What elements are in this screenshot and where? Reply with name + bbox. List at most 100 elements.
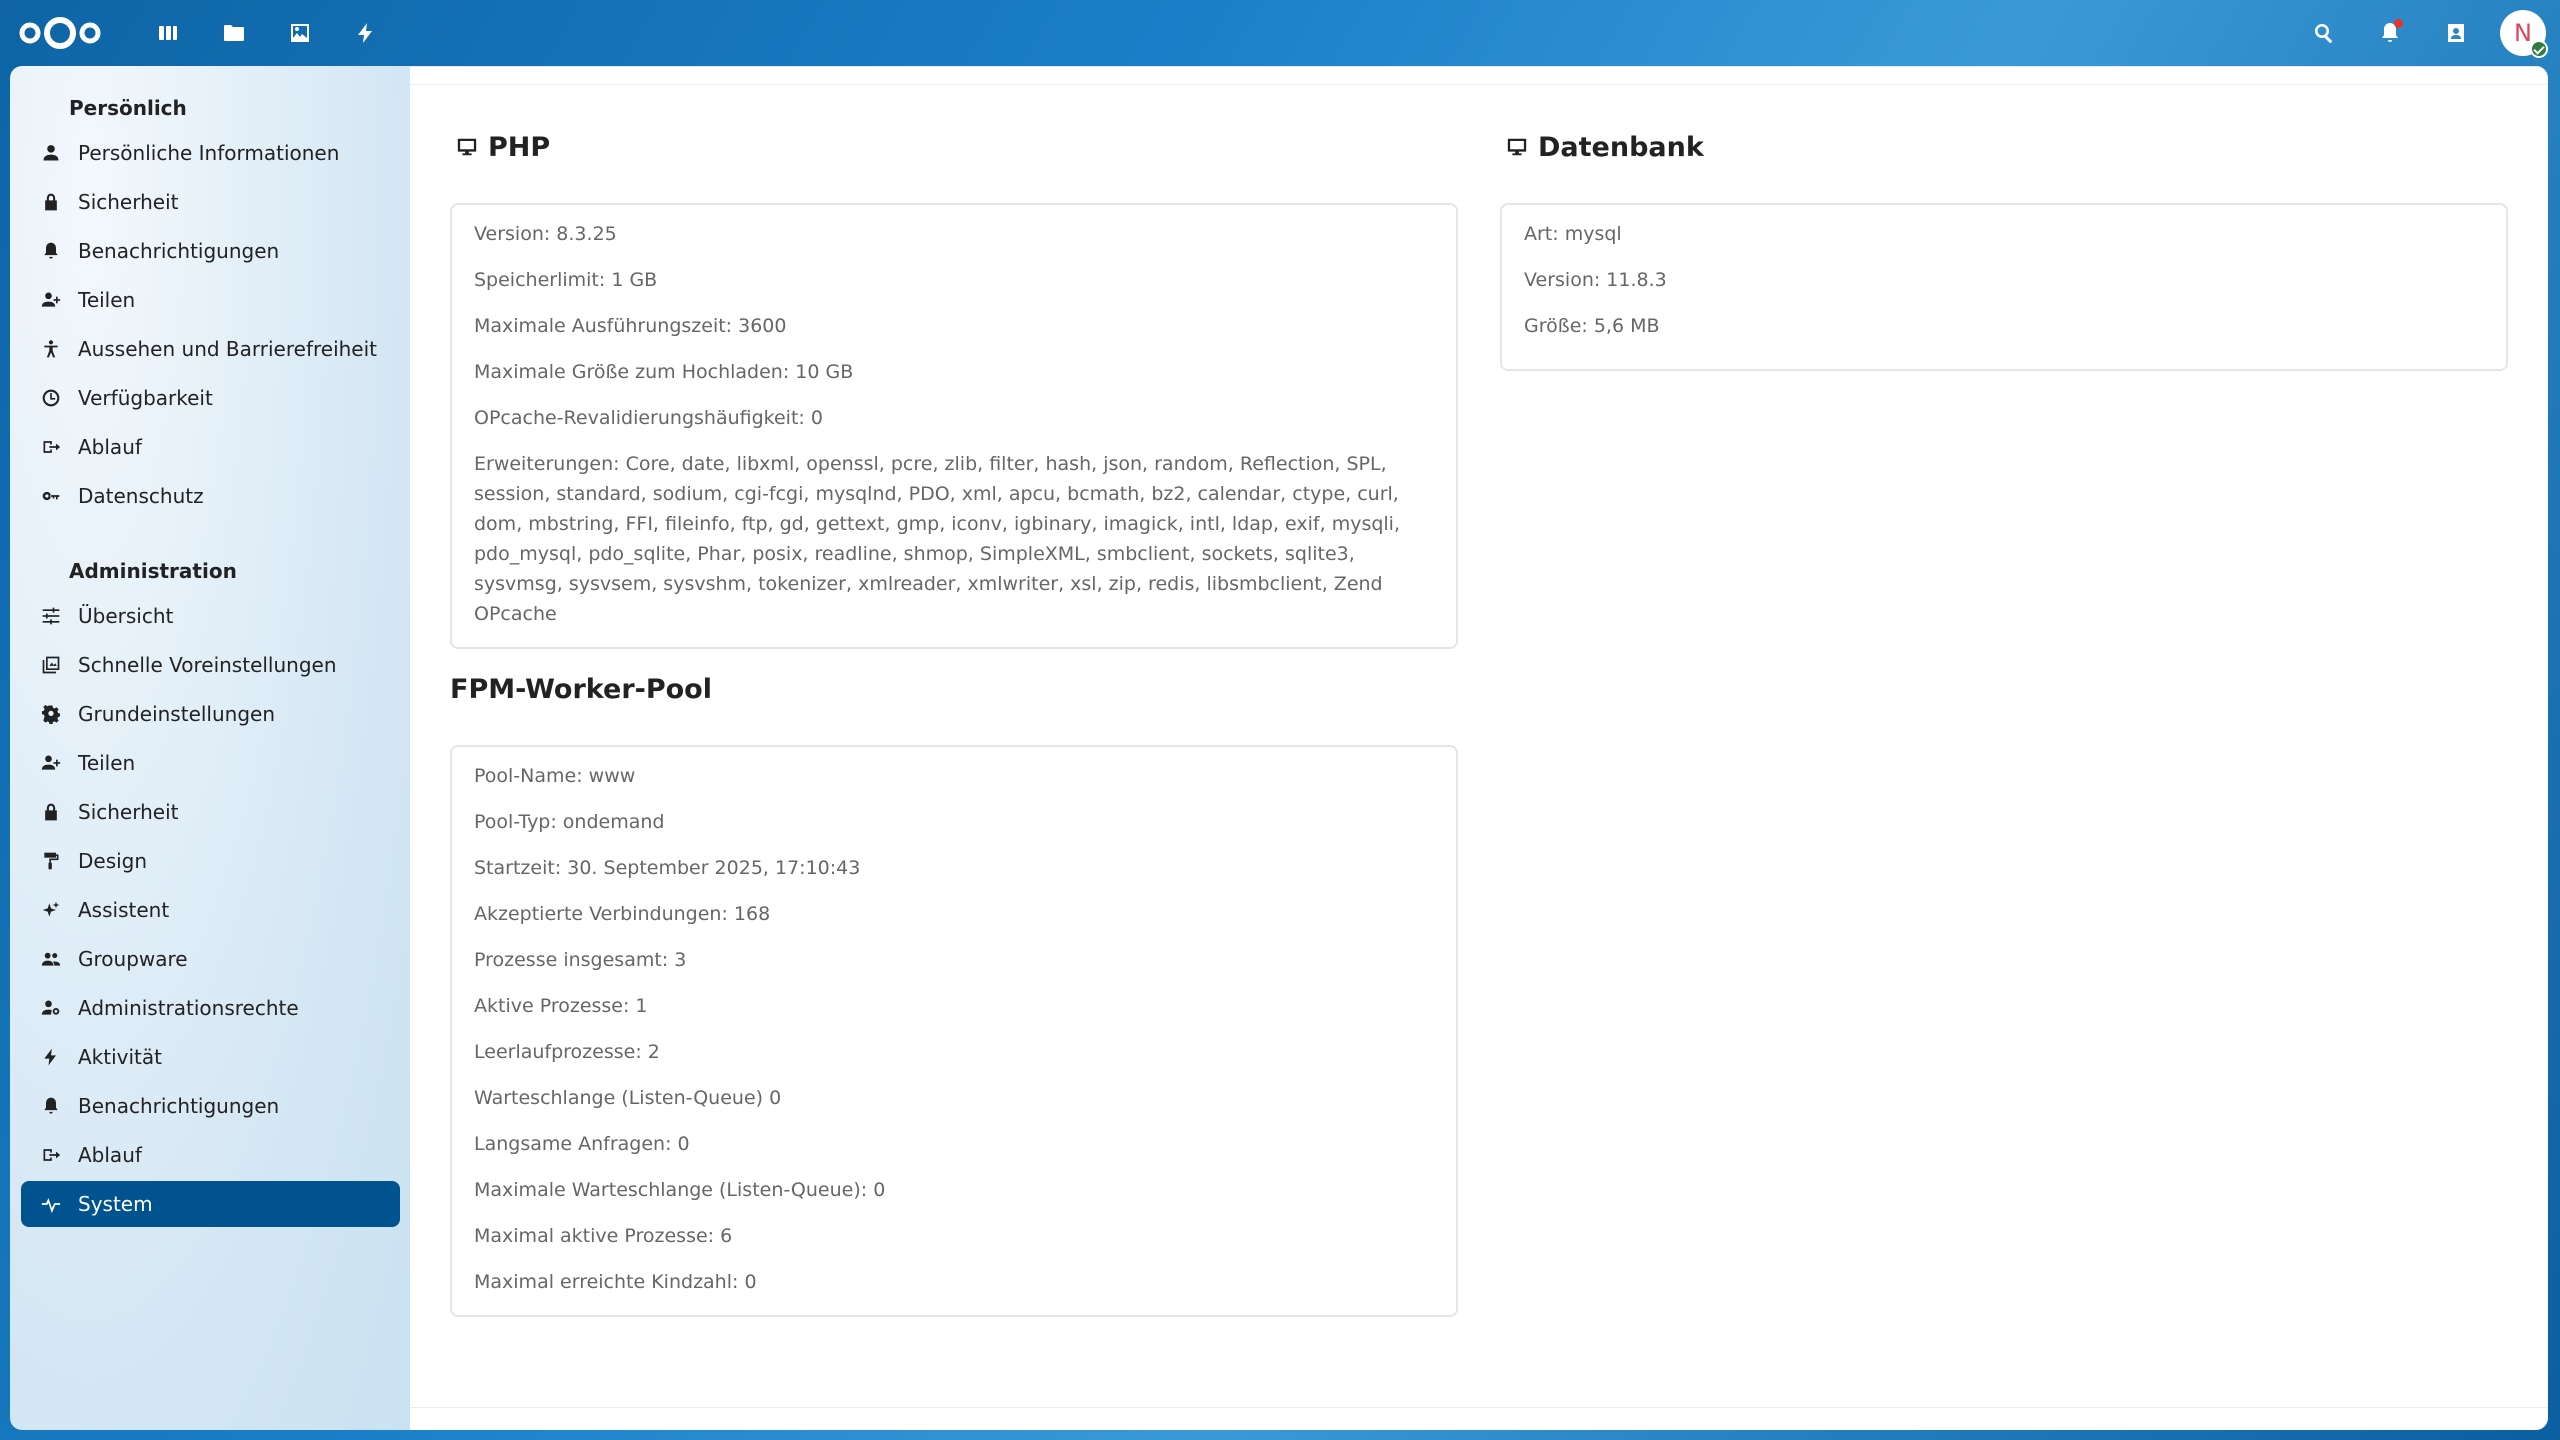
clock-icon [42,389,60,407]
sidebar-item-label: Ablauf [78,435,142,459]
sidebar-item-activity[interactable]: Aktivität [21,1034,400,1080]
sidebar-item-label: Schnelle Voreinstellungen [78,653,337,677]
sidebar-item-groupware[interactable]: Groupware [21,936,400,982]
sidebar-item-label: Groupware [78,947,188,971]
sidebar-item-label: Grundeinstellungen [78,702,276,726]
sidebar-item-system[interactable]: System [21,1181,400,1227]
php-max-execution-time: Maximale Ausführungszeit: 3600 [474,315,787,337]
sidebar-item-admin-security[interactable]: Sicherheit [21,789,400,835]
key-icon [42,491,60,501]
php-opcache-revalidate: OPcache-Revalidierungshäufigkeit: 0 [474,407,823,429]
fpm-title: FPM-Worker-Pool [450,673,712,705]
admin-rights-icon [41,1000,60,1015]
sparkle-icon [42,901,60,917]
sidebar-item-availability[interactable]: Verfügbarkeit [21,375,400,421]
paint-icon [44,852,59,870]
sidebar-item-label: Benachrichtigungen [78,239,280,263]
sidebar-item-design[interactable]: Design [21,838,400,884]
bell-icon [44,1097,58,1114]
php-extensions: Erweiterungen: Core, date, libxml, opens… [474,453,1400,625]
fpm-max-children-reached: Maximal erreichte Kindzahl: 0 [474,1271,757,1293]
gear-icon [41,704,60,724]
database-type: Art: mysql [1524,223,1622,245]
monitor-icon [457,138,477,156]
sidebar-item-label: Assistent [78,898,170,922]
database-version: Version: 11.8.3 [1524,269,1667,291]
nextcloud-logo[interactable] [18,13,102,53]
files-icon[interactable] [212,14,256,52]
fpm-active-processes: Aktive Prozesse: 1 [474,995,648,1017]
sidebar-item-label: Aktivität [78,1045,162,1069]
sidebar-item-personal-info[interactable]: Persönliche Informationen [21,130,400,176]
lightning-icon [44,1048,56,1066]
user-avatar[interactable]: N [2500,10,2548,58]
sidebar-item-label: Sicherheit [78,190,179,214]
sidebar-item-sharing[interactable]: Teilen [21,277,400,323]
right-column: Datenbank Art: mysql Version: 11.8.3 Grö… [1500,127,2508,371]
fpm-listen-queue: Warteschlange (Listen-Queue) 0 [474,1087,782,1109]
presets-icon [42,656,60,674]
share-icon [41,292,61,307]
sidebar-item-label: System [78,1192,153,1216]
sidebar-item-label: Verfügbarkeit [78,386,213,410]
sidebar-item-label: Administrationsrechte [78,996,299,1020]
sidebar-item-label: Benachrichtigungen [78,1094,280,1118]
sidebar-item-notifications[interactable]: Benachrichtigungen [21,228,400,274]
sidebar-item-label: Übersicht [78,604,174,628]
database-size: Größe: 5,6 MB [1524,315,1660,337]
notification-badge [2394,19,2403,28]
dashboard-icon[interactable] [146,14,190,52]
sidebar-item-security[interactable]: Sicherheit [21,179,400,225]
fpm-start-time: Startzeit: 30. September 2025, 17:10:43 [474,857,861,879]
sliders-icon [42,607,60,625]
database-title: Datenbank [1538,131,1704,163]
php-heading: PHP [456,127,1458,167]
sidebar-item-admin-sharing[interactable]: Teilen [21,740,400,786]
php-title: PHP [488,131,551,163]
fpm-total-processes: Prozesse insgesamt: 3 [474,949,687,971]
fpm-card: Pool-Name: www Pool-Typ: ondemand Startz… [450,745,1458,1317]
sidebar-item-flow[interactable]: Ablauf [21,424,400,470]
sidebar-item-label: Ablauf [78,1143,142,1167]
sidebar-item-privacy[interactable]: Datenschutz [21,473,400,519]
top-header: N [0,0,2560,66]
contacts-icon[interactable] [2434,11,2478,55]
sidebar-item-admin-flow[interactable]: Ablauf [21,1132,400,1178]
sidebar-item-overview[interactable]: Übersicht [21,593,400,639]
settings-sidebar: Persönlich Persönliche Informationen Sic… [10,66,410,1430]
pulse-icon [41,1198,61,1214]
notifications-icon[interactable] [2368,11,2412,55]
fpm-pool-type: Pool-Typ: ondemand [474,811,665,833]
sidebar-item-appearance[interactable]: Aussehen und Barrierefreiheit [21,326,400,372]
divider [410,1407,2548,1408]
left-column: PHP Version: 8.3.25 Speicherlimit: 1 GB … [450,127,1458,1317]
search-icon[interactable] [2302,11,2346,55]
sidebar-item-label: Teilen [78,751,136,775]
sidebar-item-label: Sicherheit [78,800,179,824]
php-upload-max-size: Maximale Größe zum Hochladen: 10 GB [474,361,854,383]
section-title-personal: Persönlich [69,96,187,120]
sidebar-item-admin-rights[interactable]: Administrationsrechte [21,985,400,1031]
sidebar-item-quick-presets[interactable]: Schnelle Voreinstellungen [21,642,400,688]
sidebar-item-label: Datenschutz [78,484,204,508]
fpm-pool-name: Pool-Name: www [474,765,636,787]
fpm-accepted-connections: Akzeptierte Verbindungen: 168 [474,903,771,925]
share-icon [41,755,61,770]
sidebar-item-label: Aussehen und Barrierefreiheit [78,337,378,361]
activity-icon[interactable] [344,14,388,52]
monitor-icon [1507,138,1527,156]
php-version: Version: 8.3.25 [474,223,617,245]
status-online-icon [2530,40,2548,58]
sidebar-item-assistant[interactable]: Assistent [21,887,400,933]
sidebar-item-basic-settings[interactable]: Grundeinstellungen [21,691,400,737]
group-icon [41,952,61,966]
person-icon [43,145,59,161]
sidebar-item-admin-notifications[interactable]: Benachrichtigungen [21,1083,400,1129]
lock-icon [45,193,57,211]
avatar-initial: N [2514,19,2532,47]
photos-icon[interactable] [278,14,322,52]
flow-icon [43,441,61,453]
php-memory-limit: Speicherlimit: 1 GB [474,269,658,291]
main-frame: Persönlich Persönliche Informationen Sic… [10,66,2548,1430]
fpm-slow-requests: Langsame Anfragen: 0 [474,1133,690,1155]
